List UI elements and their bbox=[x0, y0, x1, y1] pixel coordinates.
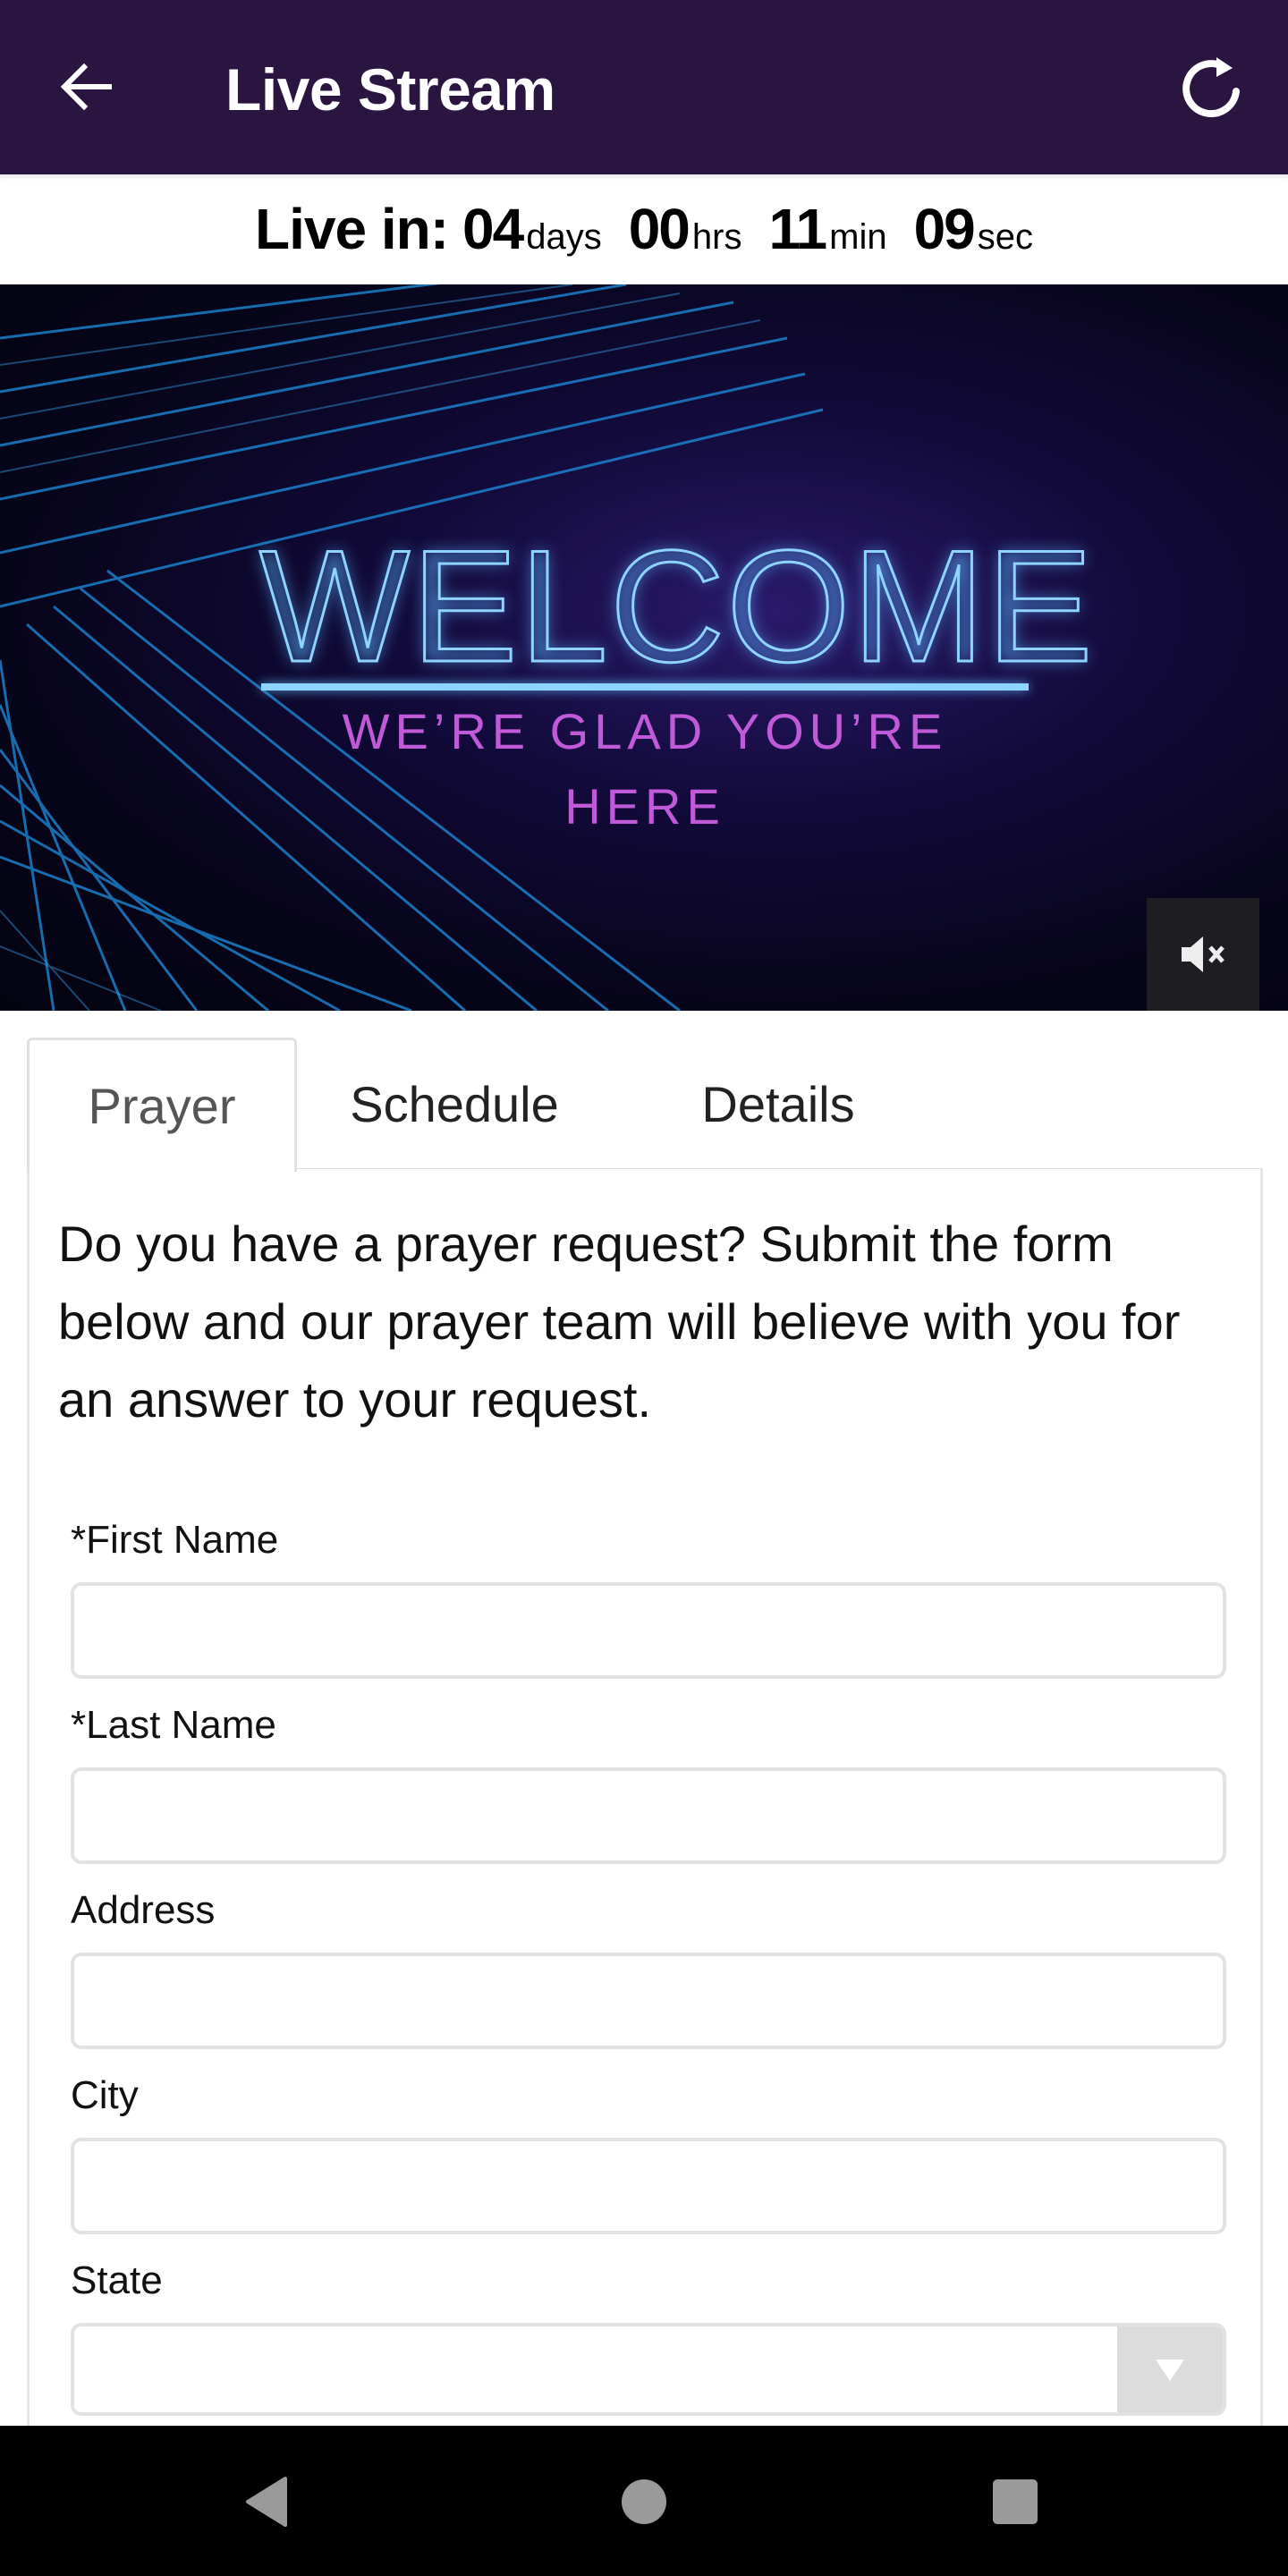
app-bar: Live Stream bbox=[0, 0, 1288, 174]
back-button[interactable] bbox=[55, 55, 118, 118]
city-field[interactable] bbox=[71, 2138, 1226, 2234]
last-name-field[interactable] bbox=[71, 1767, 1226, 1864]
nav-home-icon bbox=[622, 2479, 666, 2524]
last-name-label: *Last Name bbox=[71, 1703, 276, 1747]
live-countdown: Live in: 04 days 00 hrs 11 min 09 sec bbox=[0, 174, 1288, 284]
prayer-intro: Do you have a prayer request? Submit the… bbox=[58, 1216, 1181, 1428]
system-nav-bar bbox=[0, 2426, 1288, 2576]
video-player[interactable]: WELCOME WE’RE GLAD YOU’RE HERE bbox=[0, 284, 1288, 1011]
address-field[interactable] bbox=[71, 1953, 1226, 2049]
page-title: Live Stream bbox=[225, 56, 555, 123]
nav-home-button[interactable] bbox=[604, 2462, 684, 2542]
refresh-icon bbox=[1182, 57, 1240, 118]
countdown-seconds: 09 bbox=[913, 197, 976, 261]
nav-recents-icon bbox=[993, 2479, 1038, 2524]
address-label: Address bbox=[71, 1888, 216, 1932]
state-select[interactable] bbox=[71, 2323, 1226, 2416]
video-headline: WELCOME bbox=[258, 517, 1095, 695]
nav-back-icon bbox=[246, 2477, 287, 2527]
countdown-days-unit: days bbox=[526, 217, 602, 257]
tab-schedule[interactable]: Schedule bbox=[320, 1038, 589, 1170]
prayer-panel: Do you have a prayer request? Submit the… bbox=[27, 1169, 1263, 2439]
video-subheadline: WE’RE GLAD YOU’RE HERE bbox=[342, 703, 948, 835]
state-dropdown-button[interactable] bbox=[1117, 2326, 1223, 2412]
countdown-days: 04 bbox=[462, 197, 524, 261]
state-label: State bbox=[71, 2258, 163, 2302]
nav-recents-button[interactable] bbox=[975, 2462, 1055, 2542]
countdown-minutes-unit: min bbox=[829, 217, 887, 257]
chevron-down-icon bbox=[1156, 2360, 1184, 2381]
tab-prayer[interactable]: Prayer bbox=[27, 1038, 297, 1172]
video-divider bbox=[261, 683, 1029, 691]
tab-details[interactable]: Details bbox=[671, 1038, 886, 1170]
refresh-button[interactable] bbox=[1177, 52, 1249, 123]
mute-button[interactable] bbox=[1147, 898, 1259, 1011]
countdown-minutes: 11 bbox=[768, 197, 827, 261]
volume-muted-icon bbox=[1182, 936, 1224, 972]
tab-bar: Prayer Schedule Details bbox=[27, 1038, 1263, 1172]
countdown-label: Live in: bbox=[254, 197, 449, 261]
nav-back-button[interactable] bbox=[229, 2462, 309, 2542]
first-name-label: *First Name bbox=[71, 1518, 279, 1562]
countdown-hours: 00 bbox=[628, 197, 691, 261]
first-name-field[interactable] bbox=[71, 1582, 1226, 1679]
countdown-seconds-unit: sec bbox=[977, 217, 1034, 257]
arrow-left-icon bbox=[60, 63, 112, 111]
city-label: City bbox=[71, 2073, 139, 2117]
countdown-hours-unit: hrs bbox=[691, 217, 742, 257]
